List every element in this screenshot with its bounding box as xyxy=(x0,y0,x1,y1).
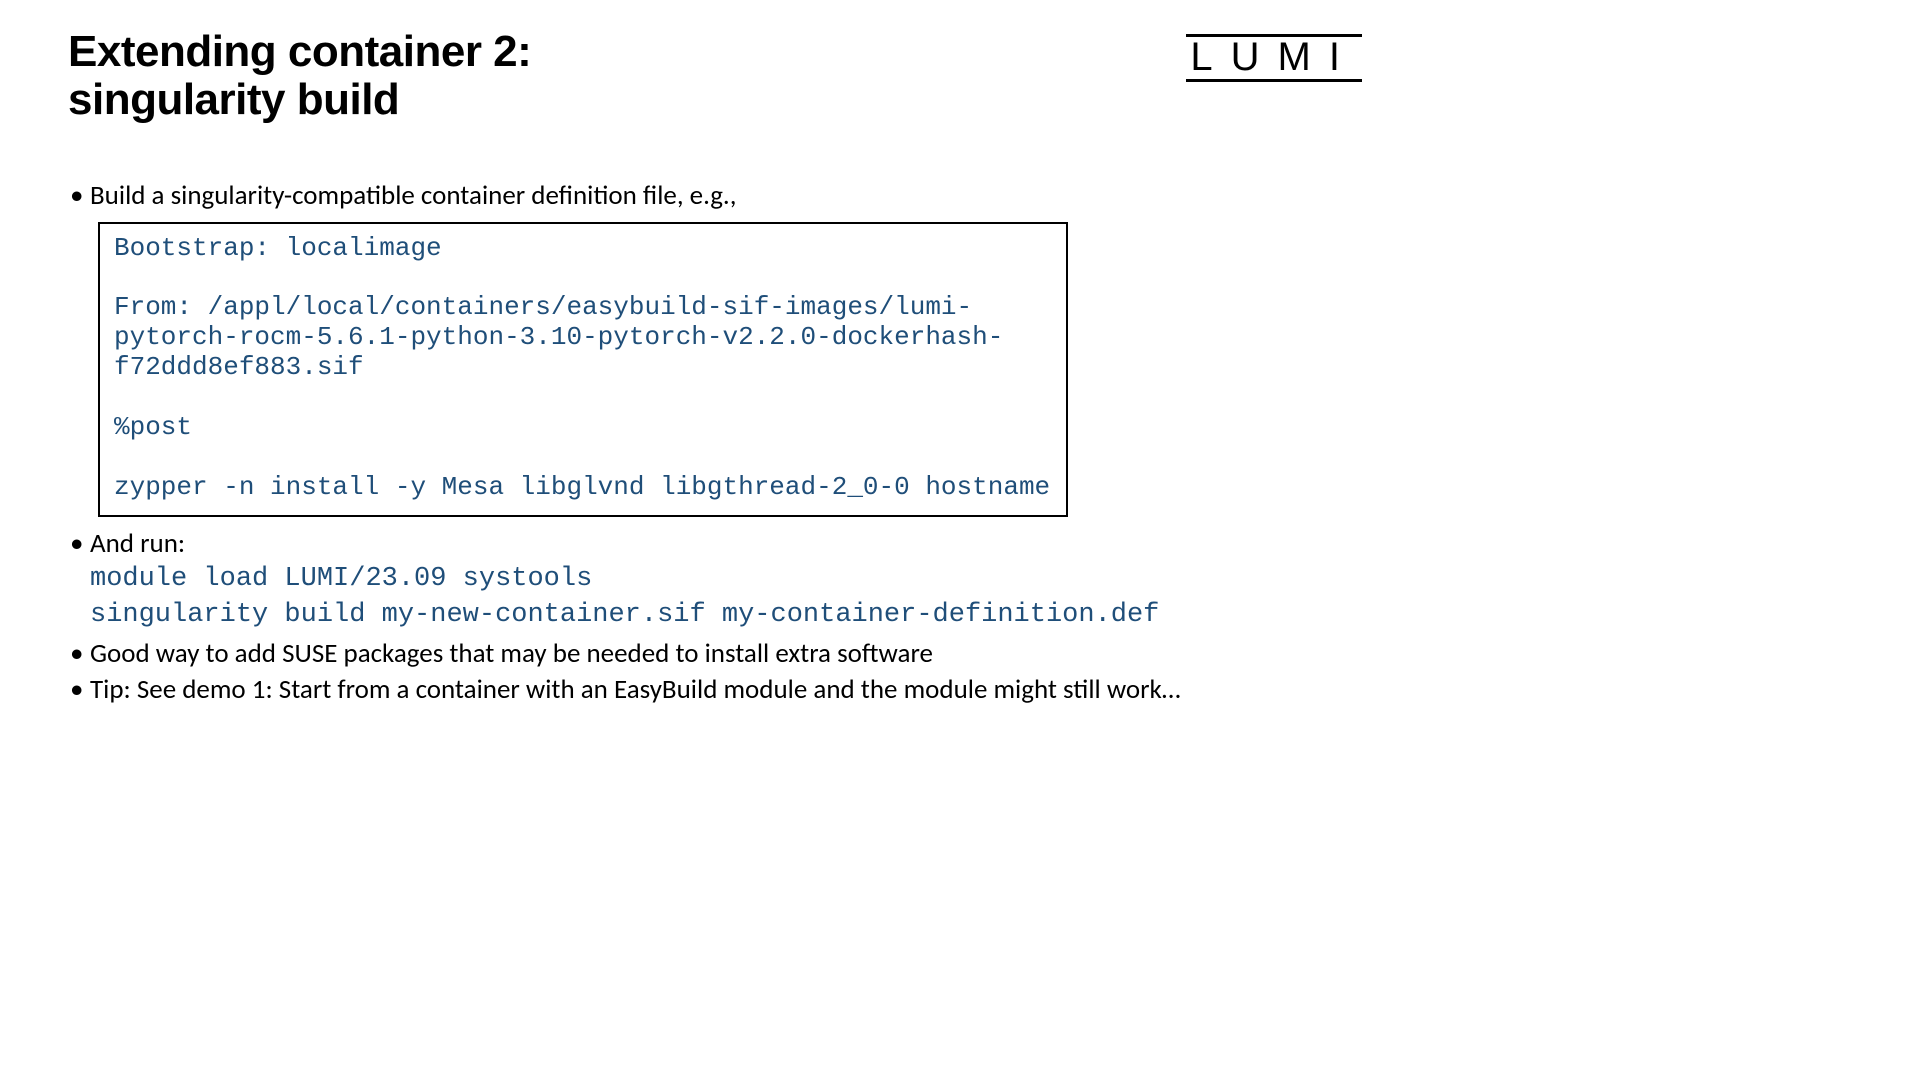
code-blank xyxy=(114,262,130,292)
bullet-body-2: And run: module load LUMI/23.09 systools… xyxy=(90,527,1380,633)
definition-file-codebox: Bootstrap: localimage From: /appl/local/… xyxy=(98,222,1068,517)
title-line-1: Extending container 2: xyxy=(68,27,531,76)
run-command-1: module load LUMI/23.09 systools xyxy=(90,563,1380,597)
bullet-text-1: Build a singularity-compatible container… xyxy=(90,179,1380,214)
code-line: From: /appl/local/containers/easybuild-s… xyxy=(114,292,1003,382)
bullet-dot-icon: • xyxy=(68,527,90,633)
title-line-2: singularity build xyxy=(68,75,399,124)
slide-title: Extending container 2: singularity build xyxy=(68,28,531,123)
bullet-dot-icon: • xyxy=(68,673,90,708)
run-command-2: singularity build my-new-container.sif m… xyxy=(90,599,1380,633)
bullet-item-1: • Build a singularity-compatible contain… xyxy=(68,179,1380,214)
code-line: %post xyxy=(114,412,192,442)
bullet-text-4: Tip: See demo 1: Start from a container … xyxy=(90,673,1380,708)
bullet-dot-icon: • xyxy=(68,179,90,214)
bullet-dot-icon: • xyxy=(68,637,90,672)
slide: Extending container 2: singularity build… xyxy=(0,0,1440,730)
lumi-logo-text: LUMI xyxy=(1186,34,1362,82)
code-blank xyxy=(114,382,130,412)
code-blank xyxy=(114,442,130,472)
bullet-item-4: • Tip: See demo 1: Start from a containe… xyxy=(68,673,1380,708)
header-row: Extending container 2: singularity build… xyxy=(68,28,1380,123)
content: • Build a singularity-compatible contain… xyxy=(68,179,1380,708)
lumi-logo: LUMI xyxy=(1186,34,1362,82)
code-line: Bootstrap: localimage xyxy=(114,233,442,263)
bullet-text-2: And run: xyxy=(90,527,185,560)
bullet-item-3: • Good way to add SUSE packages that may… xyxy=(68,637,1380,672)
bullet-text-3: Good way to add SUSE packages that may b… xyxy=(90,637,1380,672)
code-line: zypper -n install -y Mesa libglvnd libgt… xyxy=(114,472,1050,502)
bullet-item-2: • And run: module load LUMI/23.09 systoo… xyxy=(68,527,1380,633)
